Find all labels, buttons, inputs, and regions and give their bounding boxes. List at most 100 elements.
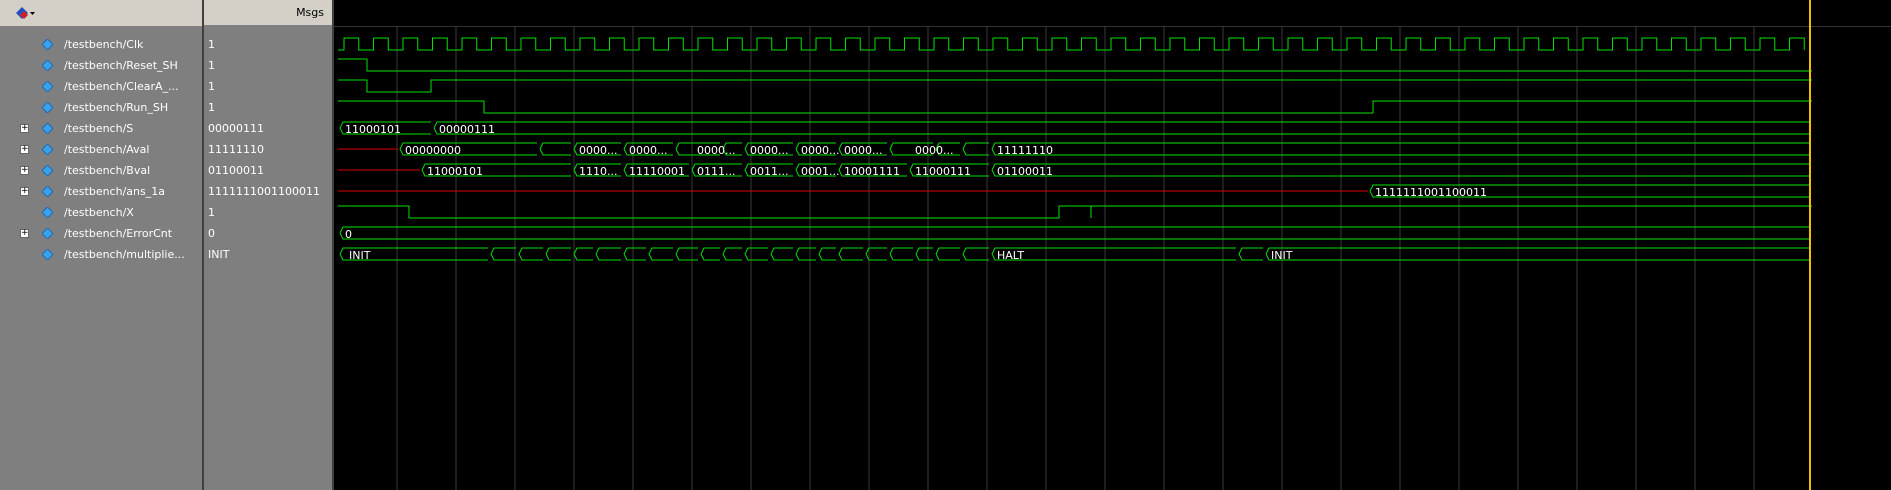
state-bus-segment (744, 247, 768, 261)
aval-bus-label: 0000... (697, 144, 735, 157)
ans-bus-label: 1111111001100011 (1375, 186, 1487, 199)
state-bus-segment (1238, 247, 1263, 261)
s-bus-label: 00000111 (439, 123, 495, 136)
signal-row[interactable]: + /testbench/S (0, 118, 202, 139)
state-bus-segment (915, 247, 933, 261)
bval-bus-label: 10001111 (844, 165, 900, 178)
expand-icon[interactable]: + (20, 166, 29, 175)
aval-bus-label: 0000... (750, 144, 788, 157)
signal-row[interactable]: + /testbench/ErrorCnt (0, 223, 202, 244)
signal-value: INIT (208, 248, 230, 261)
expand-icon[interactable]: + (20, 187, 29, 196)
signal-diamond-icon (42, 249, 53, 260)
bval-bus-label: 0111... (697, 165, 735, 178)
signal-diamond-icon (42, 207, 53, 218)
signal-name: /testbench/Run_SH (64, 101, 169, 114)
aval-bus-label: 0000... (801, 144, 839, 157)
aval-bus-label: 0000... (915, 144, 953, 157)
state-bus-label: HALT (997, 249, 1024, 262)
bval-bus-label: 11000111 (915, 165, 971, 178)
bval-bus-label: 1110... (579, 165, 617, 178)
wave-tool-icon[interactable] (14, 5, 36, 21)
signal-value: 1 (208, 80, 215, 93)
signal-row[interactable]: /testbench/ClearA_... (0, 76, 202, 97)
aval-bus-segment (962, 142, 989, 156)
state-bus-segment (991, 247, 1236, 261)
state-bus-segment (838, 247, 863, 261)
state-bus-segment (700, 247, 720, 261)
signal-value: 1111111001100011 (208, 185, 320, 198)
signal-row[interactable]: /testbench/Reset_SH (0, 55, 202, 76)
signal-diamond-icon (42, 123, 53, 134)
signal-row[interactable]: /testbench/multiplie... (0, 244, 202, 265)
state-bus-segment (722, 247, 742, 261)
signal-diamond-icon (42, 102, 53, 113)
expand-icon[interactable]: + (20, 124, 29, 133)
bval-bus-label: 0001... (801, 165, 839, 178)
bval-bus-label: 0011... (750, 165, 788, 178)
name-pane-header (0, 0, 202, 27)
state-bus-segment (623, 247, 646, 261)
aval-bus-label: 11111110 (997, 144, 1053, 157)
signal-row[interactable]: /testbench/Clk (0, 34, 202, 55)
signal-diamond-icon (42, 60, 53, 71)
reset-trace (338, 58, 1812, 72)
state-bus-segment (770, 247, 793, 261)
signal-value: 1 (208, 59, 215, 72)
aval-bus-label: 0000... (579, 144, 617, 157)
state-bus-segment (795, 247, 816, 261)
state-bus-segment (675, 247, 698, 261)
signal-name: /testbench/S (64, 122, 134, 135)
signal-row[interactable]: + /testbench/Bval (0, 160, 202, 181)
bval-bus-label: 11000101 (427, 165, 483, 178)
signal-diamond-icon (42, 144, 53, 155)
state-bus-segment (518, 247, 543, 261)
signal-name: /testbench/Bval (64, 164, 151, 177)
signal-row[interactable]: /testbench/X (0, 202, 202, 223)
state-bus-segment (1265, 247, 1811, 261)
signal-row[interactable]: + /testbench/Aval (0, 139, 202, 160)
signal-value: 00000111 (208, 122, 264, 135)
value-pane: Msgs 1 1 1 1 00000111 11111110 01100011 1111111… (204, 0, 334, 490)
aval-bus-segment (539, 142, 571, 156)
signal-value: 1 (208, 38, 215, 51)
x-trace (338, 205, 1812, 219)
aval-bus-segment (991, 142, 1811, 156)
bval-bus-label: 11110001 (629, 165, 685, 178)
signal-name: /testbench/Clk (64, 38, 144, 51)
signal-diamond-icon (42, 228, 53, 239)
signal-diamond-icon (42, 165, 53, 176)
state-bus-segment (490, 247, 516, 261)
signal-name-pane: /testbench/Clk/testbench/Reset_SH/testbe… (0, 0, 204, 490)
msgs-header: Msgs (204, 0, 332, 26)
signal-name: /testbench/X (64, 206, 134, 219)
state-bus-label: INIT (349, 249, 371, 262)
signal-name: /testbench/ans_1a (64, 185, 165, 198)
wave-pane[interactable]: 11000101 00000111 00000000 0000... 0000... 00… (334, 0, 1891, 490)
signal-row[interactable]: /testbench/Run_SH (0, 97, 202, 118)
state-bus-segment (935, 247, 960, 261)
state-bus-segment (889, 247, 913, 261)
bval-bus-label: 01100011 (997, 165, 1053, 178)
signal-value: 1 (208, 101, 215, 114)
signal-row[interactable]: + /testbench/ans_1a (0, 181, 202, 202)
signal-name: /testbench/Aval (64, 143, 150, 156)
aval-bus-label: 0000... (844, 144, 882, 157)
aval-bus-label: 00000000 (405, 144, 461, 157)
expand-icon[interactable]: + (20, 229, 29, 238)
signal-name: /testbench/Reset_SH (64, 59, 178, 72)
clearA-trace (338, 79, 1812, 93)
signal-name: /testbench/ClearA_... (64, 80, 179, 93)
aval-bus-label: 0000... (629, 144, 667, 157)
signal-diamond-icon (42, 186, 53, 197)
s-bus-label: 11000101 (345, 123, 401, 136)
state-bus-segment (818, 247, 836, 261)
expand-icon[interactable]: + (20, 145, 29, 154)
errorcnt-bus-segment (339, 226, 1811, 240)
state-bus-segment (545, 247, 571, 261)
signal-diamond-icon (42, 39, 53, 50)
state-bus-segment (595, 247, 621, 261)
signal-value: 11111110 (208, 143, 264, 156)
wave-canvas[interactable]: 11000101 00000111 00000000 0000... 0000... 00… (334, 0, 1891, 490)
run-trace (338, 100, 1812, 114)
